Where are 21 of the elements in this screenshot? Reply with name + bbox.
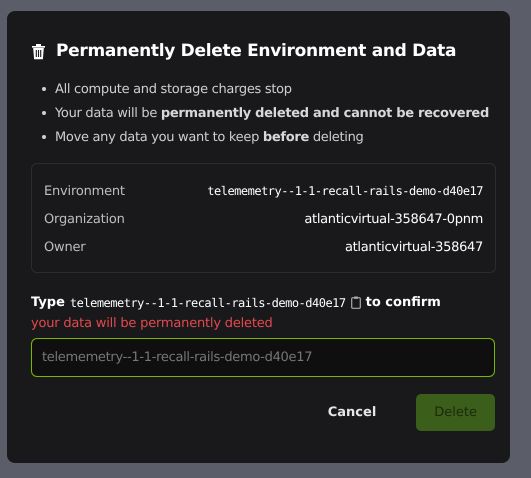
detail-label: Owner [44, 240, 86, 254]
bullet-text: Move any data you want to keep before deleting [55, 130, 364, 144]
dialog-title: Permanently Delete Environment and Data [56, 41, 456, 61]
error-message: your data will be permanently deleted [31, 316, 274, 331]
detail-label: Organization [44, 212, 125, 226]
detail-value: atlanticvirtual-358647 [344, 240, 483, 254]
trash-icon [31, 42, 46, 60]
bullet-text: Your data will be permanently deleted and cannot be recovered [55, 106, 489, 120]
bullet-dot [42, 111, 46, 115]
detail-value: telememetry--1-1-recall-rails-demo-d40e17 [207, 184, 483, 198]
detail-label: Environment [44, 184, 125, 198]
confirm-suffix: to confirm [366, 295, 441, 310]
clipboard-icon[interactable] [350, 296, 361, 309]
bullet-dot [42, 135, 46, 139]
confirm-input[interactable]: telememetry--1-1-recall-rails-demo-d40e17 [31, 338, 495, 377]
bullet-text: All compute and storage charges stop [55, 82, 292, 96]
environment-name: telememetry--1-1-recall-rails-demo-d40e17 [70, 296, 346, 310]
cancel-button[interactable]: Cancel [310, 394, 394, 431]
detail-value: atlanticvirtual-358647-0pnm [304, 212, 483, 226]
bullet-dot [42, 87, 46, 91]
confirm-prefix: Type [31, 295, 65, 310]
